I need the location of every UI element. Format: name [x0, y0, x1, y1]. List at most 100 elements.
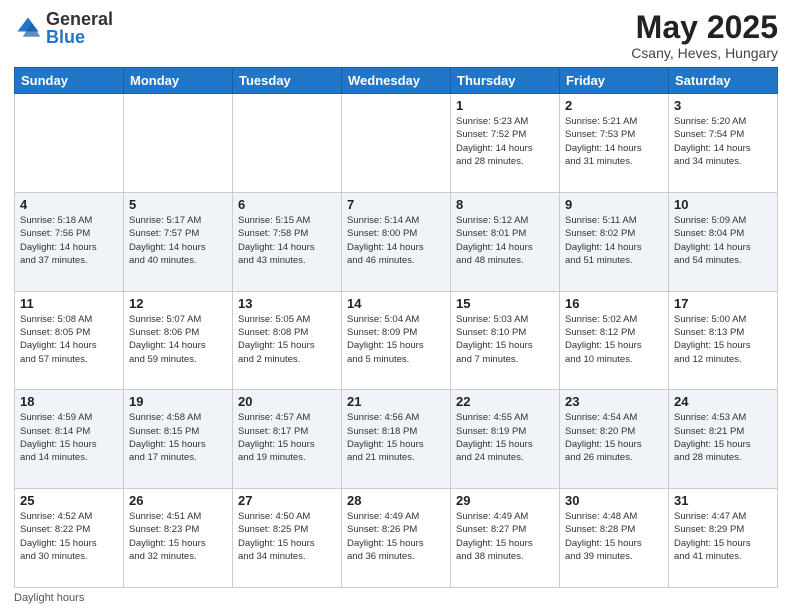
day-info: Sunrise: 5:18 AM Sunset: 7:56 PM Dayligh… — [20, 214, 118, 267]
day-info: Sunrise: 5:17 AM Sunset: 7:57 PM Dayligh… — [129, 214, 227, 267]
day-number: 16 — [565, 296, 663, 311]
page: General Blue May 2025 Csany, Heves, Hung… — [0, 0, 792, 612]
month-title: May 2025 — [631, 10, 778, 45]
calendar-cell: 22 Sunrise: 4:55 AM Sunset: 8:19 PM Dayli… — [451, 390, 560, 489]
calendar-cell: 29 Sunrise: 4:49 AM Sunset: 8:27 PM Dayli… — [451, 489, 560, 588]
calendar-cell: 25Sunrise: 4:52 AM Sunset: 8:22 PM Dayli… — [15, 489, 124, 588]
day-number: 9 — [565, 197, 663, 212]
logo: General Blue — [14, 10, 113, 46]
calendar-cell: 3Sunrise: 5:20 AM Sunset: 7:54 PM Daylig… — [669, 94, 778, 193]
day-info: Sunrise: 4:55 AM Sunset: 8:19 PM Dayligh… — [456, 411, 554, 464]
day-number: 28 — [347, 493, 445, 508]
calendar-cell — [233, 94, 342, 193]
calendar-cell: 26 Sunrise: 4:51 AM Sunset: 8:23 PM Dayli… — [124, 489, 233, 588]
calendar-week-row: 11 Sunrise: 5:08 AM Sunset: 8:05 PM Dayli… — [15, 291, 778, 390]
calendar-table: SundayMondayTuesdayWednesdayThursdayFrid… — [14, 67, 778, 588]
day-number: 23 — [565, 394, 663, 409]
day-number: 22 — [456, 394, 554, 409]
day-info: Sunrise: 5:02 AM Sunset: 8:12 PM Dayligh… — [565, 313, 663, 366]
calendar-cell: 23 Sunrise: 4:54 AM Sunset: 8:20 PM Dayli… — [560, 390, 669, 489]
title-block: May 2025 Csany, Heves, Hungary — [631, 10, 778, 61]
day-number: 27 — [238, 493, 336, 508]
day-info: Sunrise: 4:50 AM Sunset: 8:25 PM Dayligh… — [238, 510, 336, 563]
day-info: Sunrise: 5:04 AM Sunset: 8:09 PM Dayligh… — [347, 313, 445, 366]
weekday-header-wednesday: Wednesday — [342, 68, 451, 94]
day-number: 29 — [456, 493, 554, 508]
calendar-cell: 18Sunrise: 4:59 AM Sunset: 8:14 PM Dayli… — [15, 390, 124, 489]
day-info: Sunrise: 5:11 AM Sunset: 8:02 PM Dayligh… — [565, 214, 663, 267]
calendar-cell: 17Sunrise: 5:00 AM Sunset: 8:13 PM Dayli… — [669, 291, 778, 390]
day-info: Sunrise: 4:53 AM Sunset: 8:21 PM Dayligh… — [674, 411, 772, 464]
day-info: Sunrise: 4:54 AM Sunset: 8:20 PM Dayligh… — [565, 411, 663, 464]
calendar-week-row: 18Sunrise: 4:59 AM Sunset: 8:14 PM Dayli… — [15, 390, 778, 489]
calendar-cell: 27 Sunrise: 4:50 AM Sunset: 8:25 PM Dayli… — [233, 489, 342, 588]
day-number: 12 — [129, 296, 227, 311]
calendar-cell: 14Sunrise: 5:04 AM Sunset: 8:09 PM Dayli… — [342, 291, 451, 390]
calendar-cell: 9 Sunrise: 5:11 AM Sunset: 8:02 PM Daylig… — [560, 192, 669, 291]
weekday-header-monday: Monday — [124, 68, 233, 94]
calendar-cell: 5 Sunrise: 5:17 AM Sunset: 7:57 PM Daylig… — [124, 192, 233, 291]
day-number: 6 — [238, 197, 336, 212]
day-number: 19 — [129, 394, 227, 409]
day-info: Sunrise: 4:51 AM Sunset: 8:23 PM Dayligh… — [129, 510, 227, 563]
day-info: Sunrise: 4:57 AM Sunset: 8:17 PM Dayligh… — [238, 411, 336, 464]
weekday-header-friday: Friday — [560, 68, 669, 94]
day-info: Sunrise: 5:20 AM Sunset: 7:54 PM Dayligh… — [674, 115, 772, 168]
calendar-cell: 6Sunrise: 5:15 AM Sunset: 7:58 PM Daylig… — [233, 192, 342, 291]
calendar-cell: 31 Sunrise: 4:47 AM Sunset: 8:29 PM Dayli… — [669, 489, 778, 588]
day-number: 31 — [674, 493, 772, 508]
day-number: 30 — [565, 493, 663, 508]
calendar-cell: 21 Sunrise: 4:56 AM Sunset: 8:18 PM Dayli… — [342, 390, 451, 489]
day-number: 24 — [674, 394, 772, 409]
day-number: 13 — [238, 296, 336, 311]
day-number: 20 — [238, 394, 336, 409]
weekday-header-tuesday: Tuesday — [233, 68, 342, 94]
calendar-cell: 7Sunrise: 5:14 AM Sunset: 8:00 PM Daylig… — [342, 192, 451, 291]
day-info: Sunrise: 5:00 AM Sunset: 8:13 PM Dayligh… — [674, 313, 772, 366]
weekday-header-sunday: Sunday — [15, 68, 124, 94]
day-info: Sunrise: 5:14 AM Sunset: 8:00 PM Dayligh… — [347, 214, 445, 267]
day-number: 21 — [347, 394, 445, 409]
day-info: Sunrise: 5:08 AM Sunset: 8:05 PM Dayligh… — [20, 313, 118, 366]
calendar-cell: 13 Sunrise: 5:05 AM Sunset: 8:08 PM Dayli… — [233, 291, 342, 390]
day-info: Sunrise: 4:47 AM Sunset: 8:29 PM Dayligh… — [674, 510, 772, 563]
calendar-cell — [15, 94, 124, 193]
day-number: 15 — [456, 296, 554, 311]
weekday-header-thursday: Thursday — [451, 68, 560, 94]
calendar-cell: 11 Sunrise: 5:08 AM Sunset: 8:05 PM Dayli… — [15, 291, 124, 390]
weekday-header-row: SundayMondayTuesdayWednesdayThursdayFrid… — [15, 68, 778, 94]
day-number: 18 — [20, 394, 118, 409]
day-info: Sunrise: 4:56 AM Sunset: 8:18 PM Dayligh… — [347, 411, 445, 464]
daylight-label: Daylight hours — [14, 592, 84, 604]
calendar-cell: 10Sunrise: 5:09 AM Sunset: 8:04 PM Dayli… — [669, 192, 778, 291]
calendar-cell: 16 Sunrise: 5:02 AM Sunset: 8:12 PM Dayli… — [560, 291, 669, 390]
day-info: Sunrise: 5:05 AM Sunset: 8:08 PM Dayligh… — [238, 313, 336, 366]
calendar-cell: 4Sunrise: 5:18 AM Sunset: 7:56 PM Daylig… — [15, 192, 124, 291]
day-number: 26 — [129, 493, 227, 508]
day-number: 1 — [456, 98, 554, 113]
calendar-week-row: 1Sunrise: 5:23 AM Sunset: 7:52 PM Daylig… — [15, 94, 778, 193]
day-info: Sunrise: 5:09 AM Sunset: 8:04 PM Dayligh… — [674, 214, 772, 267]
calendar-cell: 15 Sunrise: 5:03 AM Sunset: 8:10 PM Dayli… — [451, 291, 560, 390]
calendar-cell — [342, 94, 451, 193]
day-info: Sunrise: 5:07 AM Sunset: 8:06 PM Dayligh… — [129, 313, 227, 366]
day-info: Sunrise: 4:48 AM Sunset: 8:28 PM Dayligh… — [565, 510, 663, 563]
day-number: 8 — [456, 197, 554, 212]
calendar-week-row: 25Sunrise: 4:52 AM Sunset: 8:22 PM Dayli… — [15, 489, 778, 588]
calendar-cell: 12 Sunrise: 5:07 AM Sunset: 8:06 PM Dayli… — [124, 291, 233, 390]
day-number: 5 — [129, 197, 227, 212]
calendar-cell: 30 Sunrise: 4:48 AM Sunset: 8:28 PM Dayli… — [560, 489, 669, 588]
day-info: Sunrise: 5:03 AM Sunset: 8:10 PM Dayligh… — [456, 313, 554, 366]
day-number: 11 — [20, 296, 118, 311]
calendar-cell: 20 Sunrise: 4:57 AM Sunset: 8:17 PM Dayli… — [233, 390, 342, 489]
calendar-cell: 19Sunrise: 4:58 AM Sunset: 8:15 PM Dayli… — [124, 390, 233, 489]
day-info: Sunrise: 4:49 AM Sunset: 8:27 PM Dayligh… — [456, 510, 554, 563]
location-subtitle: Csany, Heves, Hungary — [631, 45, 778, 61]
calendar-cell: 24 Sunrise: 4:53 AM Sunset: 8:21 PM Dayli… — [669, 390, 778, 489]
calendar-cell: 28 Sunrise: 4:49 AM Sunset: 8:26 PM Dayli… — [342, 489, 451, 588]
day-info: Sunrise: 4:49 AM Sunset: 8:26 PM Dayligh… — [347, 510, 445, 563]
footer-note: Daylight hours — [14, 592, 778, 604]
weekday-header-saturday: Saturday — [669, 68, 778, 94]
calendar-cell: 8Sunrise: 5:12 AM Sunset: 8:01 PM Daylig… — [451, 192, 560, 291]
day-info: Sunrise: 4:52 AM Sunset: 8:22 PM Dayligh… — [20, 510, 118, 563]
